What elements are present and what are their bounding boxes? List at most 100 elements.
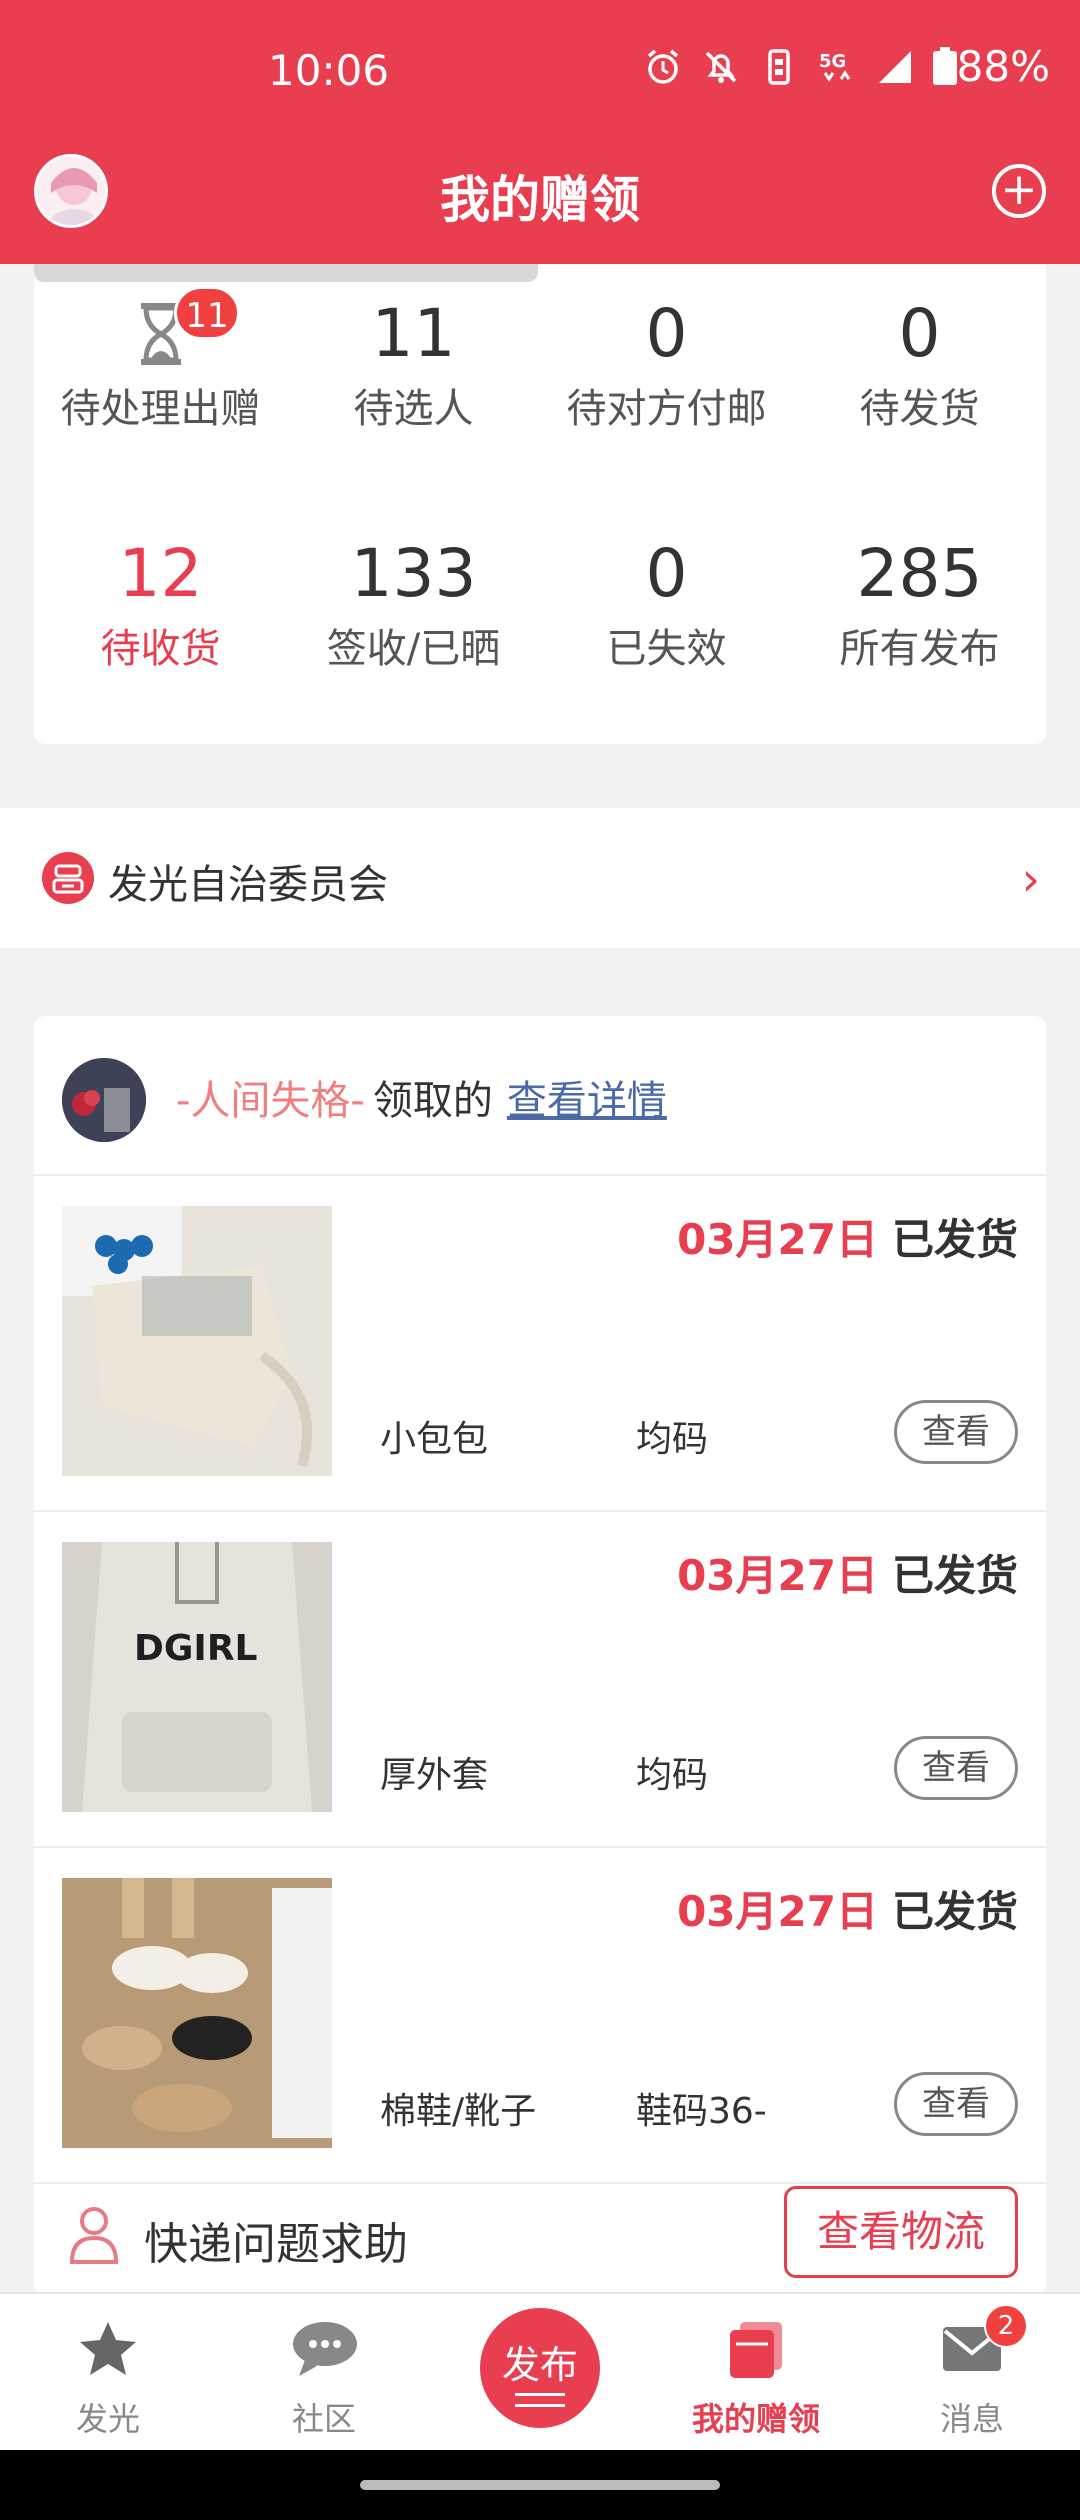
scroll-indicator (34, 264, 538, 282)
stat-label: 待选人 (353, 386, 474, 432)
nav-label: 我的赠领 (691, 2400, 820, 2438)
nav-item-glow[interactable]: 发光 (38, 2314, 178, 2440)
stat-label: 待处理出赠 (60, 386, 261, 432)
shipping-help-label[interactable]: 快递问题求助 (144, 2208, 408, 2272)
stat-pending-gifts[interactable]: 11 待处理出赠 (34, 286, 287, 434)
order-item[interactable]: DGIRL 03月27日 已发货 厚外套 均码 查看 (34, 1512, 1046, 1848)
recipient-line: -人间失格- 领取的 查看详情 (176, 1068, 667, 1126)
page-title: 我的赠领 (440, 171, 640, 229)
nav-item-my-gifts[interactable]: 我的赠领 (686, 2314, 826, 2440)
stat-label: 签收/已晒 (326, 626, 501, 672)
bottom-nav: 发光 社区 发布 我的赠领 2 消息 (0, 2292, 1080, 2450)
item-date: 03月27日 (677, 1215, 878, 1264)
recipient-name[interactable]: -人间失格- (176, 1078, 365, 1124)
item-date-status: 03月27日 已发货 (677, 1878, 1018, 1939)
item-name: 小包包 (380, 1419, 489, 1460)
committee-icon (42, 852, 94, 904)
item-status: 已发货 (891, 1551, 1018, 1600)
item-thumbnail[interactable] (62, 1878, 332, 2148)
status-time: 10:06 (268, 46, 390, 95)
item-date: 03月27日 (677, 1551, 878, 1600)
stat-label: 待对方付邮 (566, 386, 767, 432)
order-item[interactable]: 03月27日 已发货 棉鞋/靴子 鞋码36- 查看 (34, 1848, 1046, 2184)
star-icon (80, 2322, 136, 2375)
person-icon (69, 2207, 119, 2264)
committee-label: 发光自治委员会 (108, 862, 388, 908)
nav-item-community[interactable]: 社区 (254, 2314, 394, 2440)
alarm-icon (647, 49, 678, 84)
pending-badge: 11 (174, 286, 240, 340)
item-size: 鞋码36- (636, 2091, 767, 2132)
item-name: 厚外套 (380, 1755, 489, 1796)
publish-label: 发布 (501, 2343, 578, 2387)
stat-all-posts[interactable]: 285 所有发布 (793, 534, 1046, 674)
view-button[interactable]: 查看 (894, 2072, 1018, 2136)
nav-item-messages[interactable]: 2 消息 (902, 2304, 1042, 2440)
stat-received[interactable]: 133 签收/已晒 (287, 534, 540, 674)
stat-label: 已失效 (606, 626, 727, 672)
app-bar: 我的赠领 + (0, 140, 1080, 264)
item-name: 棉鞋/靴子 (380, 2091, 537, 2132)
add-button[interactable]: + (992, 164, 1046, 218)
nav-label: 社区 (291, 2400, 356, 2438)
cell-signal-icon (878, 50, 911, 83)
order-card-header: -人间失格- 领取的 查看详情 (34, 1016, 1046, 1176)
gesture-bar (0, 2450, 1080, 2520)
stat-to-receive[interactable]: 12 待收货 (34, 534, 287, 674)
item-status: 已发货 (891, 1887, 1018, 1936)
stat-to-ship[interactable]: 0 待发货 (793, 294, 1046, 434)
item-size: 均码 (636, 1755, 709, 1796)
stat-awaiting-postage[interactable]: 0 待对方付邮 (540, 294, 793, 434)
order-card: -人间失格- 领取的 查看详情 03月27日 已发货 小包包 均码 查看 DGI… (34, 1016, 1046, 2296)
order-item[interactable]: 03月27日 已发货 小包包 均码 查看 (34, 1176, 1046, 1512)
nav-label: 消息 (939, 2400, 1004, 2438)
nav-label: 发光 (75, 2400, 140, 2438)
chat-icon (293, 2322, 357, 2376)
view-logistics-button[interactable]: 查看物流 (784, 2186, 1018, 2278)
item-date-status: 03月27日 已发货 (677, 1206, 1018, 1267)
plus-icon: + (1000, 164, 1038, 215)
publish-button[interactable]: 发布 (480, 2308, 600, 2428)
stat-expired[interactable]: 0 已失效 (540, 534, 793, 674)
item-thumbnail[interactable]: DGIRL (62, 1542, 332, 1812)
chevron-right-icon: › (1021, 852, 1040, 906)
battery-percent: 88% (956, 42, 1050, 91)
stat-value: 12 (118, 535, 203, 612)
vibrate-icon (767, 48, 790, 85)
stat-select-recipient[interactable]: 11 待选人 (287, 294, 540, 434)
battery-icon (932, 47, 957, 85)
stat-value: 11 (371, 295, 456, 372)
home-indicator[interactable] (360, 2480, 720, 2490)
item-thumbnail[interactable] (62, 1206, 332, 1476)
help-row: 快递问题求助 查看物流 (34, 2186, 1046, 2296)
svg-text:DGIRL: DGIRL (134, 1628, 258, 1669)
stat-label: 待收货 (100, 626, 221, 672)
stat-value: 0 (898, 295, 941, 372)
item-status: 已发货 (891, 1215, 1018, 1264)
hourglass-icon: 11 (34, 286, 287, 374)
status-bar: 10:06 5G 88% (0, 0, 1080, 140)
view-button[interactable]: 查看 (894, 1400, 1018, 1464)
item-size: 均码 (636, 1419, 709, 1460)
recipient-avatar[interactable] (62, 1058, 146, 1142)
gift-box-icon (730, 2322, 782, 2378)
stat-value: 285 (856, 535, 983, 612)
stats-card: 11 待处理出赠 11 待选人 0 待对方付邮 0 待发货 12 待收货 133… (34, 264, 1046, 744)
view-details-link[interactable]: 查看详情 (507, 1078, 667, 1124)
recipient-action: 领取的 (372, 1078, 493, 1124)
stat-value: 133 (350, 535, 477, 612)
item-date-status: 03月27日 已发货 (677, 1542, 1018, 1603)
stat-label: 所有发布 (839, 626, 1000, 672)
item-date: 03月27日 (677, 1887, 878, 1936)
5g-signal-icon: 5G (819, 51, 850, 82)
bell-off-icon (705, 51, 736, 83)
committee-row[interactable]: 发光自治委员会 › (0, 808, 1080, 948)
stat-value: 0 (645, 295, 688, 372)
battery-indicator: 88% (932, 42, 1050, 91)
stat-label: 待发货 (859, 386, 980, 432)
publish-icon (515, 2393, 565, 2407)
status-icons: 5G 88% (643, 42, 1050, 91)
svg-text:5G: 5G (819, 51, 846, 72)
messages-badge: 2 (984, 2304, 1028, 2348)
view-button[interactable]: 查看 (894, 1736, 1018, 1800)
